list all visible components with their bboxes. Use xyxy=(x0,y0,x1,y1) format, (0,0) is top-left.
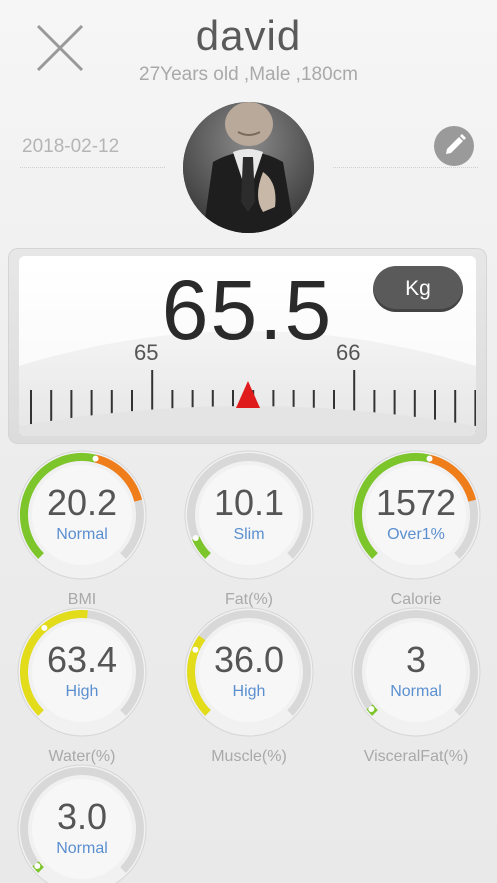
edit-button[interactable] xyxy=(434,126,474,166)
gauge-status: High xyxy=(65,683,99,700)
unit-toggle-button[interactable]: Kg xyxy=(373,266,463,312)
gauge-fat[interactable]: 10.1 Slim xyxy=(182,448,316,582)
tick-label-65: 65 xyxy=(134,340,159,365)
user-name: david xyxy=(195,12,302,59)
gauge-status: Normal xyxy=(56,840,108,857)
gauge-visceralfat[interactable]: 3 Normal xyxy=(349,605,483,739)
weight-pointer xyxy=(236,381,260,408)
gauge-value: 10.1 xyxy=(213,482,285,523)
gauge-marker xyxy=(368,705,375,712)
gauge-value: 3.0 xyxy=(56,796,108,837)
gauge-marker xyxy=(426,455,433,462)
user-info: 27Years old ,Male ,180cm xyxy=(139,64,358,85)
measurement-date: 2018-02-12 xyxy=(22,136,120,157)
gauge-marker xyxy=(34,862,41,869)
gauge-value: 36.0 xyxy=(213,639,285,680)
tick-label-66: 66 xyxy=(336,340,361,365)
divider-right xyxy=(333,167,478,168)
avatar[interactable] xyxy=(183,102,314,233)
gauge-value: 1572 xyxy=(375,482,457,523)
gauge-muscle[interactable]: 36.0 High xyxy=(182,605,316,739)
gauge-extra[interactable]: 3.0 Normal xyxy=(15,762,149,883)
pencil-icon xyxy=(446,134,466,154)
gauge-status: High xyxy=(232,683,266,700)
gauge-water[interactable]: 63.4 High xyxy=(15,605,149,739)
gauge-value: 20.2 xyxy=(46,482,118,523)
metric-label-muscle: Muscle(%) xyxy=(211,748,287,765)
divider-left xyxy=(20,167,165,168)
gauge-status: Normal xyxy=(390,683,442,700)
gauge-marker xyxy=(92,455,99,462)
gauge-value: 63.4 xyxy=(46,639,118,680)
gauge-calorie[interactable]: 1572 Over1% xyxy=(349,448,483,582)
gauge-status: Normal xyxy=(56,526,108,543)
gauge-value: 3 xyxy=(405,639,427,680)
gauge-bmi[interactable]: 20.2 Normal xyxy=(15,448,149,582)
gauge-marker xyxy=(41,624,48,631)
scale-panel: 65.5 Kg 65 66 xyxy=(8,248,487,444)
scale-display: 65.5 Kg 65 66 xyxy=(19,256,476,436)
metric-label-visceralfat: VisceralFat(%) xyxy=(363,748,469,765)
gauge-status: Over1% xyxy=(387,526,445,543)
avatar-photo xyxy=(183,102,314,233)
gauge-status: Slim xyxy=(233,526,265,543)
